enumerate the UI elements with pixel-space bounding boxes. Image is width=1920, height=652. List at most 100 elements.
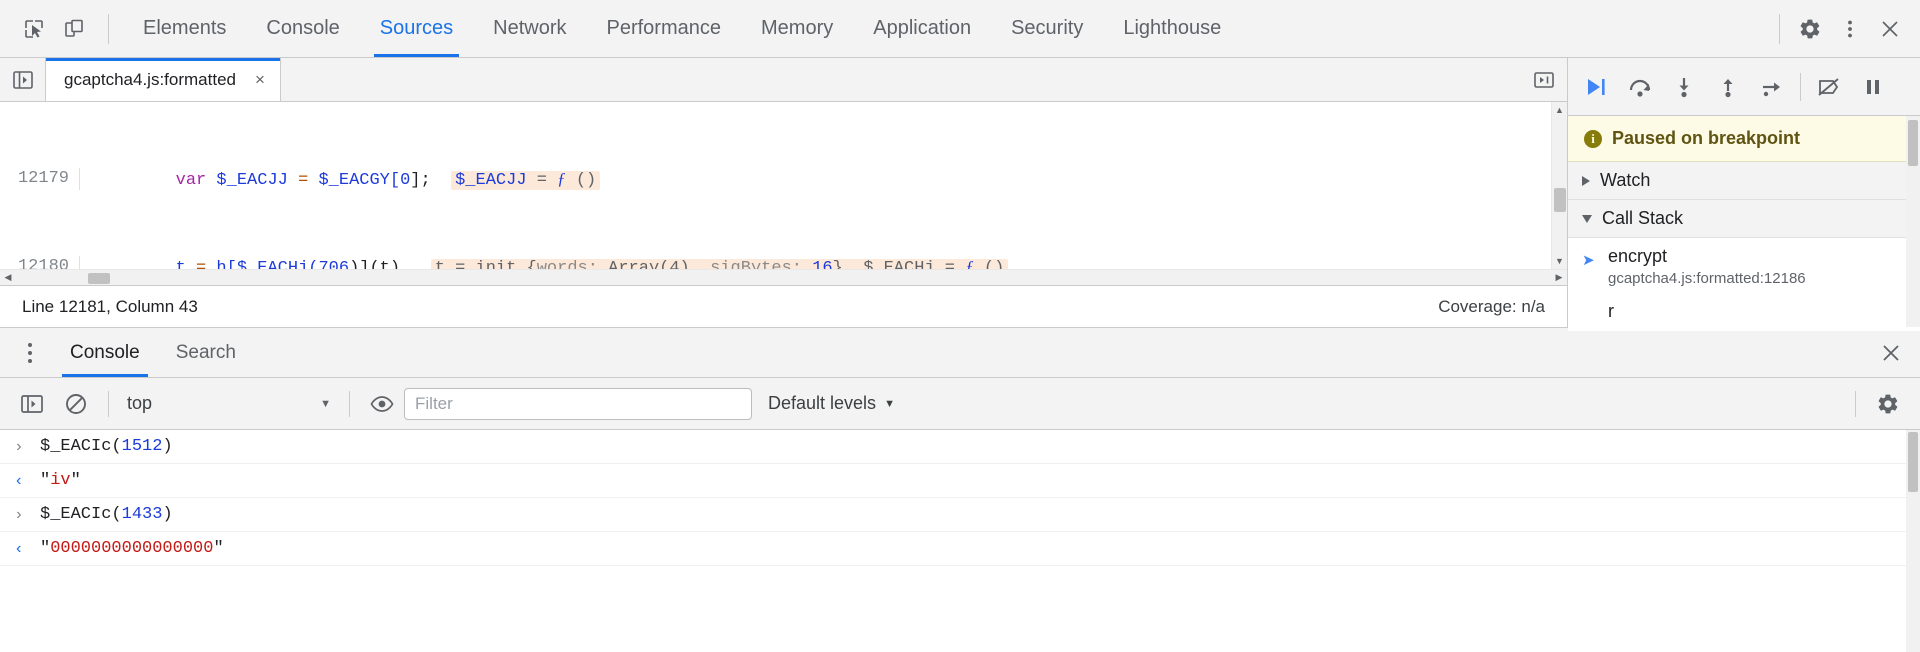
console-output-row[interactable]: ‹ "0000000000000000" xyxy=(0,532,1920,566)
input-marker-icon: › xyxy=(14,437,40,456)
scrollbar-thumb[interactable] xyxy=(1908,432,1918,492)
call-stack-section-header[interactable]: Call Stack xyxy=(1568,200,1920,238)
tab-performance-label: Performance xyxy=(607,17,722,40)
tab-console[interactable]: Console xyxy=(246,0,359,57)
tab-performance[interactable]: Performance xyxy=(587,0,742,57)
tab-security[interactable]: Security xyxy=(991,0,1103,57)
tab-elements[interactable]: Elements xyxy=(123,0,246,57)
watch-section-label: Watch xyxy=(1600,170,1650,191)
call-stack-list: ➤ encrypt gcaptcha4.js:formatted:12186 r xyxy=(1568,238,1920,331)
show-more-tabs-icon[interactable] xyxy=(1521,58,1567,101)
scroll-left-arrow[interactable]: ◀ xyxy=(0,270,16,286)
file-tab-name: gcaptcha4.js:formatted xyxy=(64,70,236,90)
step-into-icon[interactable] xyxy=(1662,67,1706,107)
line-content: t = h[$_EACHj(706)](t), t = init {words:… xyxy=(80,256,1008,269)
file-tab-bar: gcaptcha4.js:formatted × xyxy=(0,58,1567,102)
device-toolbar-icon[interactable] xyxy=(54,9,94,49)
scroll-down-arrow[interactable]: ▼ xyxy=(1552,253,1568,269)
gear-icon[interactable] xyxy=(1790,9,1830,49)
execution-context-selector[interactable]: top ▼ xyxy=(119,393,339,414)
string-value: 0000000000000000 xyxy=(50,539,213,558)
console-input-row[interactable]: › $_EACIc(1512) xyxy=(0,430,1920,464)
chevron-down-icon xyxy=(1582,215,1592,223)
console-messages: › $_EACIc(1512) ‹ "iv" › $_EACIc(1433) ‹… xyxy=(0,430,1920,652)
drawer-tab-console[interactable]: Console xyxy=(52,328,158,377)
coverage-status[interactable]: Coverage: n/a xyxy=(1438,297,1545,317)
console-sidebar-icon[interactable] xyxy=(10,384,54,424)
drawer-tab-search-label: Search xyxy=(176,342,236,364)
tab-lighthouse[interactable]: Lighthouse xyxy=(1103,0,1241,57)
tab-security-label: Security xyxy=(1011,17,1083,40)
code-line[interactable]: 12180 t = h[$_EACHj(706)](t), t = init {… xyxy=(0,256,1143,269)
call-stack-frame[interactable]: r xyxy=(1568,293,1920,331)
drawer-tab-bar: Console Search xyxy=(0,328,1920,378)
code-editor: 12179 var $_EACJJ = $_EACGY[0]; $_EACJJ … xyxy=(0,102,1567,285)
tab-sources-label: Sources xyxy=(380,17,453,40)
frame-text: r xyxy=(1608,301,1614,325)
show-navigator-icon[interactable] xyxy=(0,58,46,101)
step-out-icon[interactable] xyxy=(1706,67,1750,107)
toolbar-divider-right xyxy=(1779,14,1780,44)
step-icon[interactable] xyxy=(1750,67,1794,107)
current-frame-arrow-icon: ➤ xyxy=(1582,251,1600,269)
scroll-right-arrow[interactable]: ▶ xyxy=(1551,270,1567,286)
line-content: var $_EACJJ = $_EACGY[0]; $_EACJJ = ƒ () xyxy=(80,168,600,192)
log-levels-label: Default levels xyxy=(768,393,876,414)
tabbar-spacer xyxy=(281,58,1521,101)
inspect-cursor-icon[interactable] xyxy=(14,9,54,49)
frame-function-name: encrypt xyxy=(1608,246,1806,267)
step-over-icon[interactable] xyxy=(1618,67,1662,107)
console-toolbar-right xyxy=(1845,384,1910,424)
scroll-up-arrow[interactable]: ▲ xyxy=(1552,102,1568,118)
main-toolbar: Elements Console Sources Network Perform… xyxy=(0,0,1920,58)
more-vertical-icon[interactable] xyxy=(1830,9,1870,49)
close-icon[interactable] xyxy=(1870,9,1910,49)
console-toolbar: top ▼ Default levels ▼ xyxy=(0,378,1920,430)
editor-horizontal-scrollbar[interactable]: ◀ ▶ xyxy=(0,269,1567,285)
close-icon[interactable]: × xyxy=(250,70,270,90)
console-filter-input[interactable] xyxy=(404,388,752,420)
call-stack-frame[interactable]: ➤ encrypt gcaptcha4.js:formatted:12186 xyxy=(1568,238,1920,293)
live-expression-icon[interactable] xyxy=(360,384,404,424)
more-vertical-icon[interactable] xyxy=(8,328,52,377)
console-output-text: "0000000000000000" xyxy=(40,539,224,558)
tab-application[interactable]: Application xyxy=(853,0,991,57)
line-number: 12180 xyxy=(0,256,80,269)
deactivate-breakpoints-icon[interactable] xyxy=(1807,67,1851,107)
drawer-tab-search[interactable]: Search xyxy=(158,328,254,377)
toolbar-right-controls xyxy=(1769,9,1910,49)
pause-icon[interactable] xyxy=(1851,67,1895,107)
editor-status-bar: Line 12181, Column 43 Coverage: n/a xyxy=(0,285,1567,327)
editor-vertical-scrollbar[interactable]: ▲ ▼ xyxy=(1551,102,1567,269)
debugger-sidebar: i Paused on breakpoint Watch Call Stack … xyxy=(1568,58,1920,327)
resume-script-icon[interactable] xyxy=(1574,67,1618,107)
watch-section-header[interactable]: Watch xyxy=(1568,162,1920,200)
scrollbar-thumb[interactable] xyxy=(1908,120,1918,166)
tab-elements-label: Elements xyxy=(143,17,226,40)
log-levels-selector[interactable]: Default levels ▼ xyxy=(768,393,895,414)
console-output-text: "iv" xyxy=(40,471,81,490)
sidebar-vertical-scrollbar[interactable] xyxy=(1906,116,1920,327)
console-vertical-scrollbar[interactable] xyxy=(1906,430,1920,652)
cursor-position: Line 12181, Column 43 xyxy=(22,297,198,317)
tab-sources[interactable]: Sources xyxy=(360,0,473,57)
devtools-window: Elements Console Sources Network Perform… xyxy=(0,0,1920,652)
scrollbar-thumb[interactable] xyxy=(88,273,110,284)
code-lines: 12179 var $_EACJJ = $_EACGY[0]; $_EACJJ … xyxy=(0,102,1143,269)
file-tab[interactable]: gcaptcha4.js:formatted × xyxy=(46,58,281,101)
tab-network-label: Network xyxy=(493,17,566,40)
console-output-row[interactable]: ‹ "iv" xyxy=(0,464,1920,498)
scrollbar-thumb[interactable] xyxy=(1554,188,1566,212)
clear-console-icon[interactable] xyxy=(54,384,98,424)
console-toolbar-divider-3 xyxy=(1855,391,1856,417)
code-scroll-area[interactable]: 12179 var $_EACJJ = $_EACGY[0]; $_EACJJ … xyxy=(0,102,1551,269)
paused-message: Paused on breakpoint xyxy=(1612,128,1800,149)
paused-banner: i Paused on breakpoint xyxy=(1568,116,1920,162)
tab-memory[interactable]: Memory xyxy=(741,0,853,57)
console-toolbar-divider xyxy=(108,391,109,417)
close-icon[interactable] xyxy=(1862,328,1920,377)
gear-icon[interactable] xyxy=(1866,384,1910,424)
console-input-row[interactable]: › $_EACIc(1433) xyxy=(0,498,1920,532)
code-line[interactable]: 12179 var $_EACJJ = $_EACGY[0]; $_EACJJ … xyxy=(0,168,1143,190)
tab-network[interactable]: Network xyxy=(473,0,586,57)
